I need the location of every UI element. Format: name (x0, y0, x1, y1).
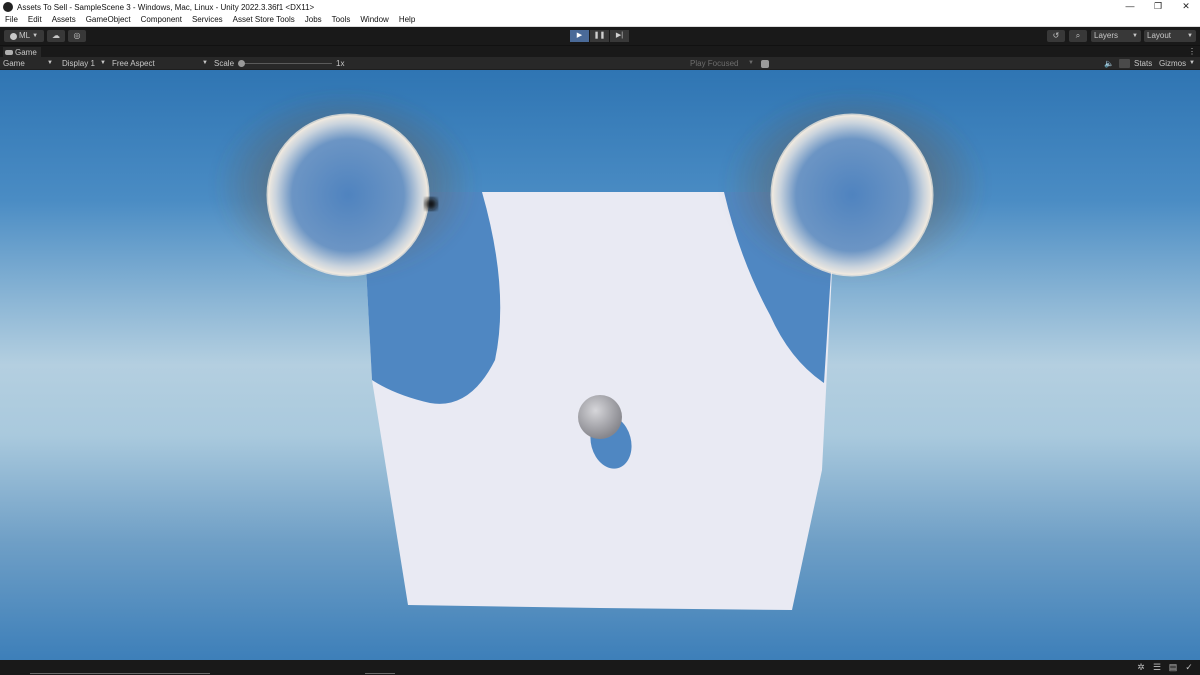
chevron-down-icon: ▼ (748, 60, 754, 66)
display-label: Display 1 (62, 59, 95, 68)
menu-tools[interactable]: Tools (327, 14, 356, 26)
pause-button[interactable]: ❚❚ (590, 30, 609, 42)
chevron-down-icon: ▼ (100, 60, 106, 66)
debug-icon[interactable]: ✲ (1136, 662, 1146, 672)
chevron-down-icon: ▼ (202, 60, 208, 66)
layers-label: Layers (1094, 31, 1119, 40)
unity-logo-icon (3, 2, 13, 12)
tab-strip: Game ⋮ (0, 45, 1200, 58)
scene-render (215, 90, 985, 610)
menu-file[interactable]: File (0, 14, 23, 26)
search-button[interactable]: ⌕ (1069, 30, 1087, 42)
restore-button[interactable]: ❐ (1144, 0, 1172, 14)
menu-asset-store-tools[interactable]: Asset Store Tools (228, 14, 300, 26)
menu-edit[interactable]: Edit (23, 14, 47, 26)
game-mode-dropdown[interactable]: Game ▼ (3, 57, 55, 70)
collab-icon: ◎ (73, 31, 81, 40)
account-label: ML (18, 31, 31, 40)
account-icon (9, 32, 17, 40)
undo-history-button[interactable]: ↺ (1047, 30, 1065, 42)
gizmos-dropdown[interactable]: Gizmos ▼ (1159, 57, 1197, 70)
status-divider (365, 673, 395, 674)
game-view-toolbar: Game ▼ Display 1 ▼ Free Aspect ▼ Scale 1… (0, 57, 1200, 70)
layout-label: Layout (1147, 31, 1172, 40)
play-button[interactable]: ▶ (570, 30, 589, 42)
collab-button[interactable]: ◎ (68, 30, 86, 42)
stats-button[interactable]: Stats (1134, 57, 1152, 70)
aspect-dropdown[interactable]: Free Aspect ▼ (112, 57, 210, 70)
menu-window[interactable]: Window (355, 14, 393, 26)
menu-help[interactable]: Help (394, 14, 420, 26)
display-dropdown[interactable]: Display 1 ▼ (62, 57, 108, 70)
menu-bar: File Edit Assets GameObject Component Se… (0, 14, 1200, 27)
play-focused-label: Play Focused (690, 59, 739, 68)
check-circle-icon[interactable]: ✓ (1184, 662, 1194, 672)
layers-stack-icon[interactable]: ☰ (1152, 662, 1162, 672)
chevron-down-icon: ▼ (1132, 33, 1138, 39)
playmode-controls: ▶ ❚❚ ▶| (570, 30, 629, 42)
bug-icon[interactable] (761, 60, 769, 68)
scale-slider-track[interactable] (240, 63, 332, 64)
scale-slider-handle[interactable] (238, 60, 245, 67)
scale-value: 1x (336, 59, 345, 68)
game-viewport[interactable] (0, 70, 1200, 660)
menu-services[interactable]: Services (187, 14, 228, 26)
layers-dropdown[interactable]: Layers ▼ (1091, 30, 1141, 42)
account-dropdown[interactable]: ML ▼ (4, 30, 44, 42)
dark-spot (425, 198, 437, 210)
aspect-label: Free Aspect (112, 59, 155, 68)
step-button[interactable]: ▶| (610, 30, 629, 42)
main-toolbar: ML ▼ ☁ ◎ ▶ ❚❚ ▶| ↺ ⌕ Layers ▼ Layout ▼ (0, 27, 1200, 45)
sphere (578, 395, 622, 439)
menu-gameobject[interactable]: GameObject (81, 14, 136, 26)
status-icons: ✲ ☰ ▤ ✓ (1136, 662, 1194, 672)
gizmos-label: Gizmos (1159, 59, 1187, 68)
stats-icon[interactable] (1119, 59, 1130, 68)
search-icon: ⌕ (1075, 31, 1081, 40)
menu-component[interactable]: Component (136, 14, 187, 26)
cache-icon[interactable]: ▤ (1168, 662, 1178, 672)
game-mode-label: Game (3, 59, 25, 68)
gamepad-icon (5, 50, 13, 55)
audio-mute-icon[interactable]: 🔈 (1104, 60, 1114, 68)
play-focused-dropdown[interactable]: Play Focused ▼ (690, 57, 756, 70)
layout-dropdown[interactable]: Layout ▼ (1144, 30, 1196, 42)
menu-assets[interactable]: Assets (47, 14, 81, 26)
history-icon: ↺ (1052, 31, 1060, 40)
more-options-icon[interactable]: ⋮ (1188, 46, 1196, 57)
close-button[interactable]: ✕ (1172, 0, 1200, 14)
scale-label: Scale (214, 59, 235, 68)
window-controls: — ❐ ✕ (1116, 0, 1200, 14)
chevron-down-icon: ▼ (1189, 60, 1195, 66)
cloud-button[interactable]: ☁ (47, 30, 65, 42)
cloud-icon: ☁ (52, 31, 60, 40)
chevron-down-icon: ▼ (47, 60, 53, 66)
chevron-down-icon: ▼ (1187, 33, 1193, 39)
window-title: Assets To Sell - SampleScene 3 - Windows… (17, 2, 315, 12)
minimize-button[interactable]: — (1116, 0, 1144, 14)
menu-jobs[interactable]: Jobs (300, 14, 327, 26)
status-bar: ✲ ☰ ▤ ✓ (0, 660, 1200, 675)
title-bar: Assets To Sell - SampleScene 3 - Windows… (0, 0, 1200, 14)
chevron-down-icon: ▼ (32, 33, 39, 39)
status-divider (30, 673, 210, 674)
